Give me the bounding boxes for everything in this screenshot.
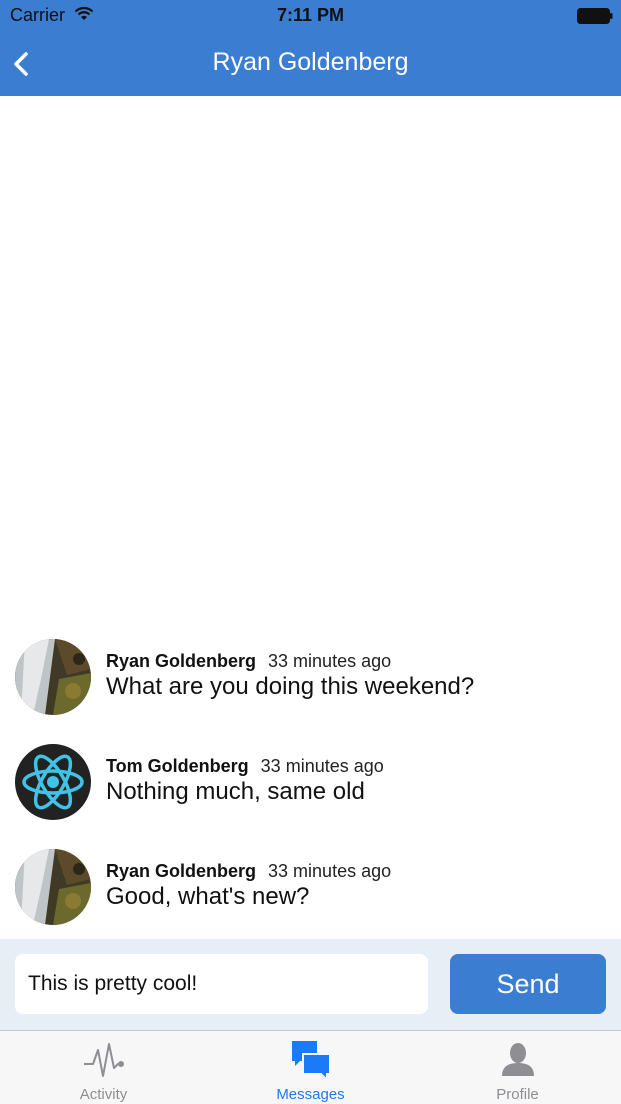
message-header: Ryan Goldenberg 33 minutes ago xyxy=(106,651,391,672)
react-logo-icon xyxy=(15,744,91,820)
avatar xyxy=(15,639,91,715)
message-item: Ryan Goldenberg 33 minutes ago What are y… xyxy=(15,639,615,715)
waterfall-photo-icon xyxy=(15,849,91,925)
send-button[interactable]: Send xyxy=(450,954,606,1014)
waterfall-photo-icon xyxy=(15,639,91,715)
message-composer: Send xyxy=(0,939,621,1030)
message-item: Ryan Goldenberg 33 minutes ago Good, what… xyxy=(15,849,615,925)
header: Carrier 7:11 PM Ryan Goldenberg xyxy=(0,0,621,96)
message-input[interactable] xyxy=(15,954,428,1014)
page-title: Ryan Goldenberg xyxy=(212,48,409,76)
status-bar: Carrier 7:11 PM xyxy=(0,0,621,32)
message-list[interactable]: Ryan Goldenberg 33 minutes ago What are y… xyxy=(0,96,621,939)
message-time: 33 minutes ago xyxy=(268,651,392,671)
chat-bubbles-icon xyxy=(292,1041,331,1080)
message-text: Good, what's new? xyxy=(106,883,310,910)
message-text: What are you doing this weekend? xyxy=(106,673,475,700)
tab-messages[interactable]: Messages xyxy=(207,1031,414,1104)
status-time: 7:11 PM xyxy=(276,5,345,25)
message-author: Tom Goldenberg xyxy=(106,756,249,776)
person-icon xyxy=(502,1043,534,1076)
tab-activity[interactable]: Activity xyxy=(0,1031,207,1104)
message-text: Nothing much, same old xyxy=(106,778,365,805)
activity-pulse-icon xyxy=(84,1043,124,1077)
message-author: Ryan Goldenberg xyxy=(106,651,257,671)
tab-bar: Activity Messages Profile xyxy=(0,1030,621,1104)
chat-screen: Carrier 7:11 PM Ryan Goldenberg Ryan Gol… xyxy=(0,0,621,1104)
message-time: 33 minutes ago xyxy=(268,861,392,881)
avatar xyxy=(15,849,91,925)
battery-icon xyxy=(577,8,613,24)
message-time: 33 minutes ago xyxy=(260,756,384,776)
tab-label: Messages xyxy=(276,1086,345,1103)
tab-label: Profile xyxy=(496,1086,539,1103)
tab-profile[interactable]: Profile xyxy=(414,1031,621,1104)
avatar xyxy=(15,744,91,820)
message-header: Tom Goldenberg 33 minutes ago xyxy=(106,756,384,777)
message-author: Ryan Goldenberg xyxy=(106,861,257,881)
tab-label: Activity xyxy=(79,1086,128,1103)
message-item: Tom Goldenberg 33 minutes ago Nothing muc… xyxy=(15,744,615,820)
message-header: Ryan Goldenberg 33 minutes ago xyxy=(106,861,391,882)
